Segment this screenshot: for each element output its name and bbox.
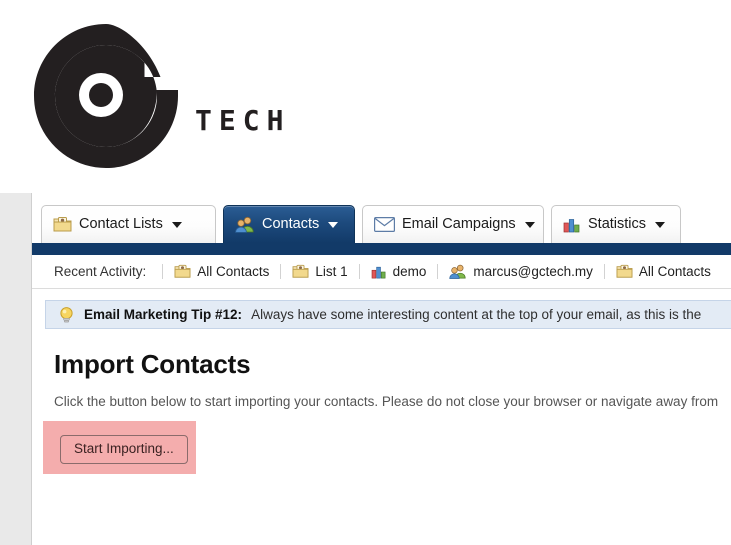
brand-wordmark: TECH	[195, 104, 291, 137]
contact-list-folder-icon	[53, 216, 72, 233]
bar-chart-icon	[563, 217, 581, 233]
recent-item-label: All Contacts	[638, 264, 711, 279]
bar-chart-icon	[371, 265, 387, 279]
recent-item-all-contacts-2[interactable]: All Contacts	[603, 264, 722, 279]
tab-label: Contact Lists	[79, 216, 163, 233]
page-header: TECH	[0, 0, 731, 193]
recent-item-marcus-email[interactable]: marcus@gctech.my	[437, 264, 603, 279]
contacts-people-icon	[449, 264, 467, 279]
navigation-accent-bar	[32, 243, 731, 255]
start-importing-highlight: Start Importing...	[43, 421, 196, 474]
start-importing-button[interactable]: Start Importing...	[60, 435, 188, 464]
brand-logo[interactable]: TECH	[32, 22, 292, 172]
tab-contact-lists[interactable]: Contact Lists	[41, 205, 216, 243]
recent-item-label: All Contacts	[197, 264, 270, 279]
recent-activity-bar: Recent Activity: All Contacts List 1 dem…	[32, 255, 731, 289]
contacts-people-icon	[235, 216, 255, 233]
recent-activity-label: Recent Activity:	[54, 264, 147, 279]
tab-label: Statistics	[588, 216, 647, 233]
chevron-down-icon[interactable]	[171, 221, 182, 228]
app-root: TECH Contact Lists Contacts Email Campai…	[0, 0, 731, 545]
recent-item-label: List 1	[315, 264, 348, 279]
main-navigation-tabs: Contact Lists Contacts Email Campaigns S…	[31, 205, 731, 243]
lightbulb-icon	[58, 306, 75, 324]
tab-email-campaigns[interactable]: Email Campaigns	[362, 205, 544, 243]
page-description: Click the button below to start importin…	[54, 393, 719, 409]
contact-list-folder-icon	[616, 264, 633, 279]
gtech-g-logo-icon	[32, 22, 180, 170]
chevron-down-icon[interactable]	[524, 221, 535, 228]
main-content: Import Contacts Click the button below t…	[54, 349, 731, 409]
tab-label: Contacts	[262, 216, 320, 233]
recent-item-label: marcus@gctech.my	[473, 264, 593, 279]
page-title: Import Contacts	[54, 349, 251, 379]
chevron-down-icon[interactable]	[328, 221, 339, 228]
recent-item-demo[interactable]: demo	[358, 264, 438, 279]
envelope-icon	[374, 217, 395, 233]
recent-item-list-1[interactable]: List 1	[280, 264, 358, 279]
contact-list-folder-icon	[292, 264, 309, 279]
tab-contacts[interactable]: Contacts	[223, 205, 355, 243]
recent-item-label: demo	[392, 264, 427, 279]
chevron-down-icon[interactable]	[655, 221, 666, 228]
tip-title: Email Marketing Tip #12:	[84, 307, 243, 322]
recent-item-all-contacts-1[interactable]: All Contacts	[162, 264, 280, 279]
contact-list-folder-icon	[174, 264, 191, 279]
tab-statistics[interactable]: Statistics	[551, 205, 681, 243]
tip-body: Always have some interesting content at …	[251, 307, 702, 322]
tab-label: Email Campaigns	[402, 216, 516, 233]
email-marketing-tip-banner: Email Marketing Tip #12: Always have som…	[45, 300, 731, 329]
